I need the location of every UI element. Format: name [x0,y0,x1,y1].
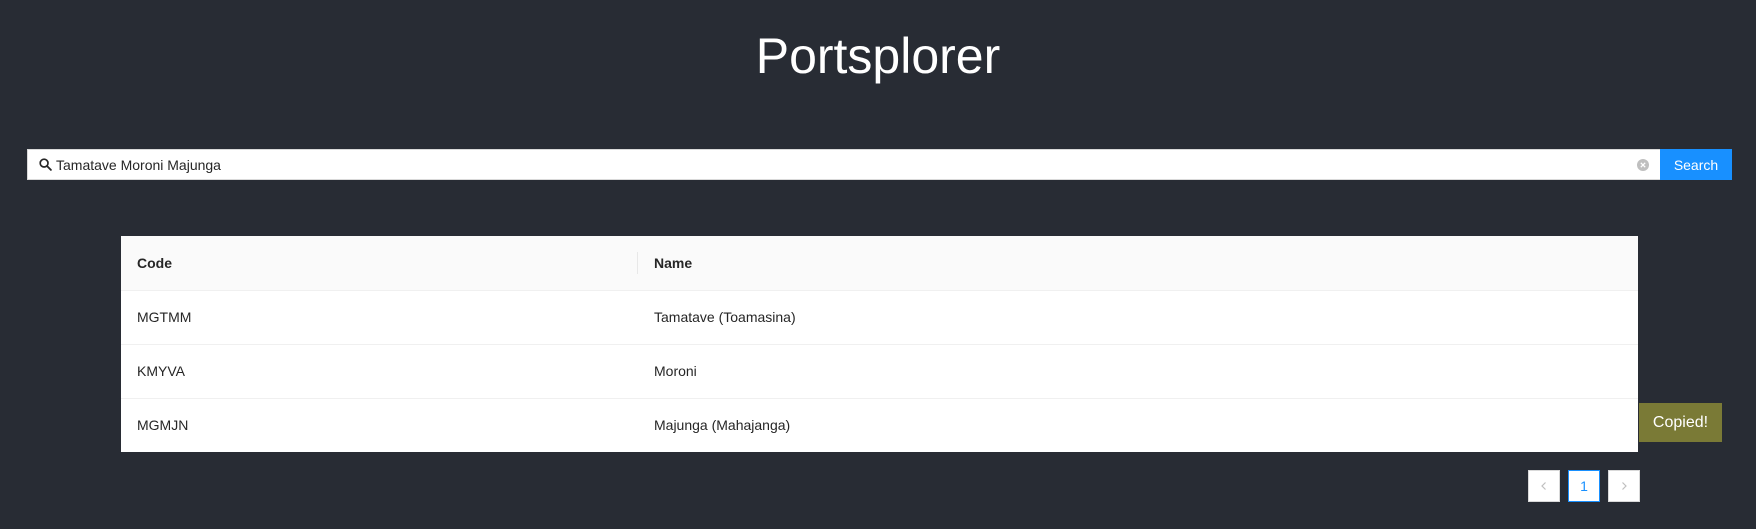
clear-icon[interactable] [1636,158,1649,171]
search-bar: Search [27,149,1732,180]
search-icon [39,158,53,172]
cell-code[interactable]: KMYVA [121,344,638,399]
table-header-row: Code Name [121,236,1638,291]
cell-name[interactable]: Tamatave (Toamasina) [638,290,1638,345]
search-field[interactable] [27,149,1660,180]
cell-code[interactable]: MGMJN [121,398,638,452]
app-title: Portsplorer [755,28,1001,84]
table-row[interactable]: KMYVA Moroni [121,344,1638,399]
cell-code[interactable]: MGTMM [121,290,638,345]
chevron-left-icon [1539,478,1549,494]
column-header-name[interactable]: Name [638,236,1638,291]
results-table: Code Name MGTMM Tamatave (Toamasina) KMY… [121,236,1638,452]
page-number-button[interactable]: 1 [1568,470,1600,502]
copied-toast: Copied! [1639,403,1722,442]
prev-page-button[interactable] [1528,470,1560,502]
table-row[interactable]: MGMJN Majunga (Mahajanga) [121,398,1638,452]
table-row[interactable]: MGTMM Tamatave (Toamasina) [121,290,1638,345]
chevron-right-icon [1619,478,1629,494]
search-input[interactable] [56,156,1636,173]
cell-name[interactable]: Majunga (Mahajanga) [638,398,1638,452]
search-button[interactable]: Search [1660,149,1732,180]
column-header-code[interactable]: Code [121,236,638,291]
pagination: 1 [1528,470,1640,502]
app-root: Portsplorer Search Code [0,0,1756,529]
cell-name[interactable]: Moroni [638,344,1638,399]
next-page-button[interactable] [1608,470,1640,502]
